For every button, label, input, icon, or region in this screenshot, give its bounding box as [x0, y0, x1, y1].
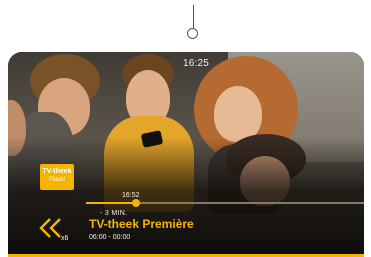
playback-timeline[interactable]: [86, 199, 364, 207]
program-title: TV-theek Première: [89, 217, 194, 231]
callout-marker: [187, 28, 198, 39]
channel-logo-text: TV-theek: [42, 168, 72, 175]
timeline-progress: [86, 202, 137, 204]
callout-line: [193, 5, 194, 29]
channel-logo-subtext: Flash!: [48, 177, 66, 183]
channel-logo: TV-theek Flash!: [40, 164, 74, 190]
timeline-scrubber[interactable]: [132, 199, 141, 207]
rewind-speed-label: x6: [61, 235, 69, 242]
timeline-time-label: 16:52: [122, 192, 140, 199]
program-time-range: 06:00 - 00:00: [89, 234, 131, 241]
tv-screen: 16:25 TV-theek Flash! 16:52 - 3 MIN. x6 …: [8, 52, 364, 257]
time-offset-label: - 3 MIN.: [100, 210, 128, 217]
clock-display: 16:25: [183, 58, 210, 69]
